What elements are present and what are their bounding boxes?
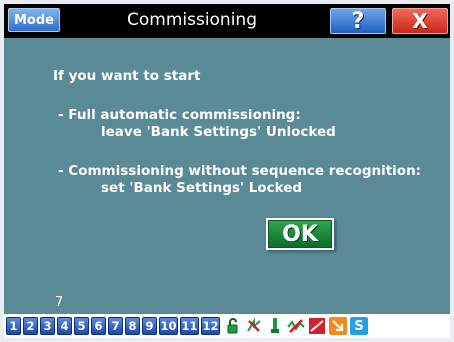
bank-button-label: 7 (111, 319, 120, 333)
bank-button-7[interactable]: 7 (108, 317, 123, 335)
ok-button-label: OK (282, 221, 318, 247)
ok-button[interactable]: OK (268, 220, 332, 248)
bank-button-9[interactable]: 9 (142, 317, 157, 335)
arrow-icon (332, 320, 344, 332)
bank-button-4[interactable]: 4 (57, 317, 72, 335)
bank-button-label: 1 (9, 319, 18, 333)
bank-button-12[interactable]: 12 (201, 317, 220, 335)
bank-button-10[interactable]: 10 (159, 317, 178, 335)
message-line-locked: set 'Bank Settings' Locked (101, 180, 303, 196)
message-line-no-sequence: - Commissioning without sequence recogni… (58, 163, 422, 179)
chart-button[interactable] (308, 317, 326, 335)
bank-button-label: 8 (128, 319, 137, 333)
chart-icon (309, 318, 325, 334)
close-icon: X (412, 9, 428, 33)
s-button[interactable]: S (350, 317, 368, 335)
message-line-intro: If you want to start (53, 68, 201, 84)
message-line-full-auto: - Full automatic commissioning: (58, 107, 301, 123)
probe-icon (271, 318, 279, 333)
bank-button-6[interactable]: 6 (91, 317, 106, 335)
lightning-icon (246, 317, 262, 334)
bank-button-label: 3 (43, 319, 52, 333)
bank-button-label: 10 (160, 319, 177, 333)
message-panel: If you want to start - Full automatic co… (4, 38, 450, 314)
bank-button-1[interactable]: 1 (6, 317, 21, 335)
commissioning-window: Mode Commissioning ? X If you want to st… (0, 0, 454, 342)
help-button[interactable]: ? (330, 8, 386, 34)
bank-button-label: 6 (94, 319, 103, 333)
message-line-unlocked: leave 'Bank Settings' Unlocked (101, 124, 336, 140)
probe-button[interactable] (266, 317, 284, 335)
bank-button-11[interactable]: 11 (180, 317, 199, 335)
mode-button-label: Mode (14, 12, 54, 28)
bank-button-label: 12 (202, 319, 219, 333)
bank-button-2[interactable]: 2 (23, 317, 38, 335)
lock-open-button[interactable] (224, 317, 242, 335)
window-title: Commissioning (126, 10, 257, 30)
help-icon: ? (351, 8, 365, 34)
mode-button[interactable]: Mode (8, 8, 60, 32)
bank-button-label: 9 (145, 319, 154, 333)
waveform-button[interactable] (287, 317, 305, 335)
bank-button-8[interactable]: 8 (125, 317, 140, 335)
bank-button-label: 5 (77, 319, 86, 333)
close-button[interactable]: X (392, 8, 448, 34)
lock-open-icon (227, 318, 238, 334)
bank-button-label: 11 (181, 319, 198, 333)
s-icon: S (354, 318, 364, 334)
bottom-toolbar: 1 2 3 4 5 6 7 8 9 10 11 12 S (4, 314, 450, 338)
waveform-icon (287, 319, 305, 333)
lightning-button[interactable] (245, 317, 263, 335)
arrow-button[interactable] (329, 317, 347, 335)
bank-button-label: 4 (60, 319, 69, 333)
bank-button-3[interactable]: 3 (40, 317, 55, 335)
bank-button-label: 2 (26, 319, 35, 333)
title-bar: Mode Commissioning ? X (4, 4, 450, 38)
bank-button-5[interactable]: 5 (74, 317, 89, 335)
page-number: 7 (55, 295, 64, 310)
